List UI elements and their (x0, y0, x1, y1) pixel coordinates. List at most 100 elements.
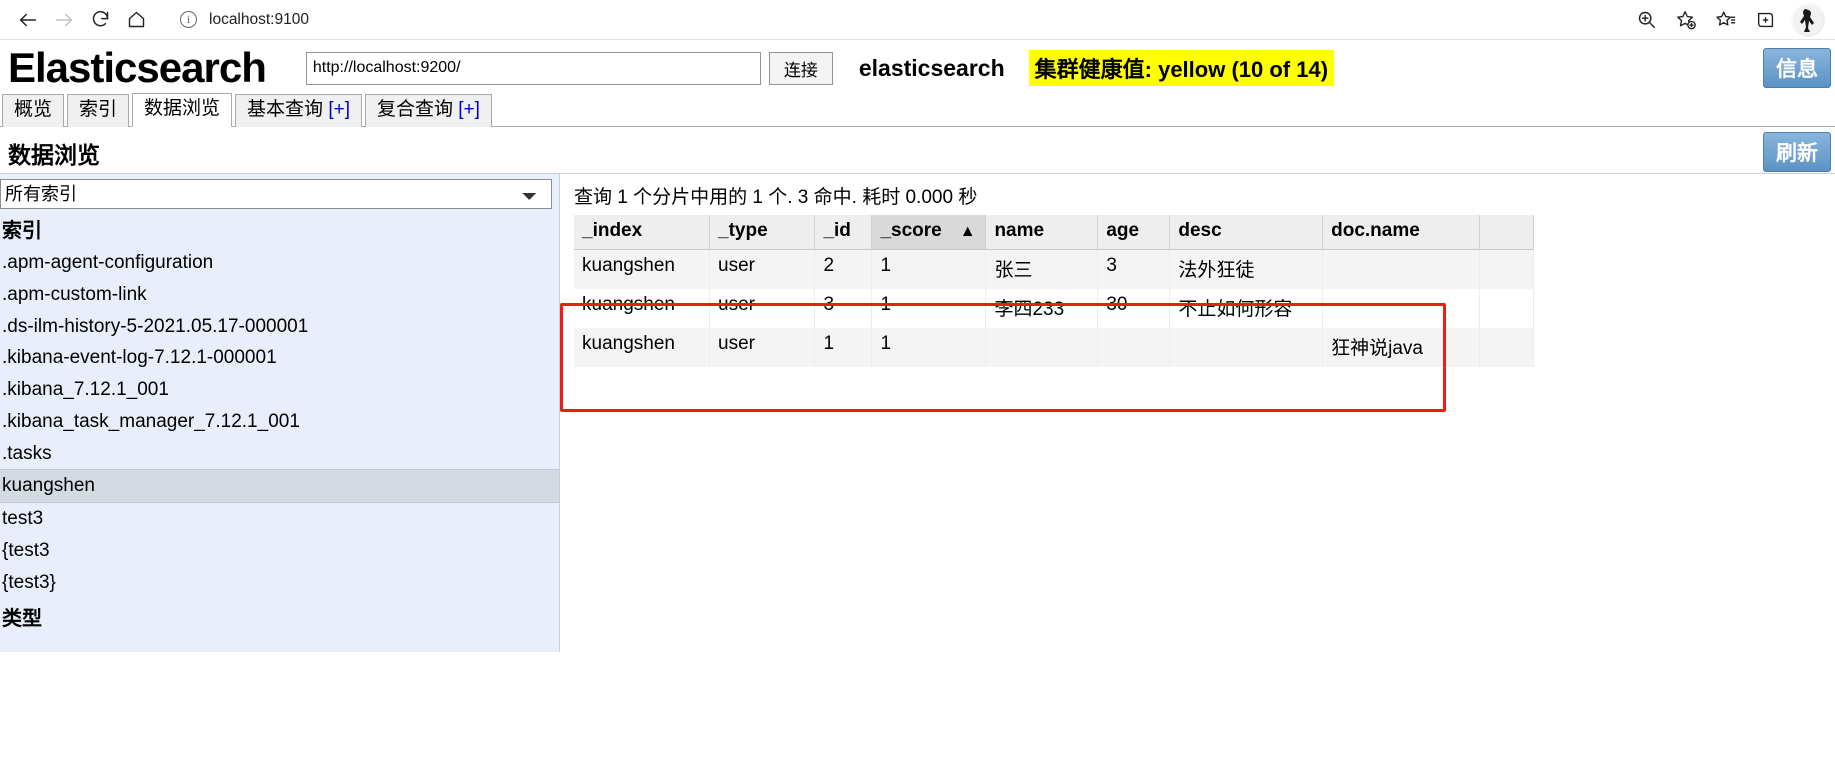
connect-button[interactable]: 连接 (768, 51, 833, 85)
tab-overview-label: 概览 (14, 99, 53, 121)
page-title-bar: 数据浏览 刷新 (0, 127, 1835, 175)
column-header-index-label: _index (582, 220, 643, 242)
tab-composite-query-plus[interactable]: [+] (458, 99, 480, 120)
index-item-apm-custom-link[interactable]: .apm-custom-link (0, 279, 559, 311)
tab-composite-query[interactable]: 复合查询 [+] (364, 94, 492, 128)
column-header-doc-name[interactable]: doc.name (1322, 215, 1481, 251)
tab-indices-label: 索引 (79, 99, 118, 121)
table-row[interactable]: kuangshen user 1 1 狂神说java (574, 328, 1534, 368)
index-item-tasks[interactable]: .tasks (0, 438, 559, 470)
cell-index: kuangshen (574, 289, 711, 329)
tab-overview[interactable]: 概览 (2, 94, 65, 128)
elasticsearch-head-app: Elasticsearch 连接 elasticsearch 集群健康值: ye… (0, 40, 1835, 653)
cell-score: 1 (871, 289, 987, 329)
results-table: _index _type _id _score ▲ name age desc d… (574, 215, 1534, 368)
back-button[interactable] (10, 4, 46, 36)
cell-score: 1 (871, 328, 987, 368)
zoom-in-icon (1638, 11, 1655, 29)
cell-score: 1 (871, 249, 987, 290)
home-icon (128, 11, 144, 28)
cell-desc: 不止如何形容 (1169, 289, 1324, 329)
app-header: Elasticsearch 连接 elasticsearch 集群健康值: ye… (0, 40, 1835, 94)
cell-type: user (709, 328, 816, 368)
index-item-apm-agent-configuration[interactable]: .apm-agent-configuration (0, 247, 559, 279)
column-header-doc-name-label: doc.name (1331, 220, 1420, 242)
cell-id: 1 (814, 328, 873, 368)
cell-doc-name (1322, 289, 1481, 329)
index-item-kibana-task-manager[interactable]: .kibana_task_manager_7.12.1_001 (0, 406, 559, 438)
cell-id: 3 (814, 289, 873, 329)
page-title: 数据浏览 (8, 142, 100, 169)
column-header-age[interactable]: age (1097, 215, 1171, 251)
collections-button[interactable] (1747, 4, 1785, 36)
cluster-name: elasticsearch (858, 54, 1005, 81)
refresh-button[interactable]: 刷新 (1763, 132, 1831, 173)
browser-actions (1627, 2, 1825, 37)
tab-basic-query-plus[interactable]: [+] (328, 99, 350, 120)
collections-icon (1757, 12, 1774, 27)
reload-button[interactable] (82, 4, 118, 36)
tab-data-browse[interactable]: 数据浏览 (132, 93, 233, 128)
column-header-type-label: _type (718, 220, 768, 242)
main-tabs: 概览 索引 数据浏览 基本查询 [+] 复合查询 [+] (0, 93, 1835, 128)
cell-desc: 法外狂徒 (1169, 249, 1324, 290)
zoom-button[interactable] (1627, 4, 1665, 36)
back-arrow-icon (19, 13, 37, 26)
index-item-ds-ilm-history[interactable]: .ds-ilm-history-5-2021.05.17-000001 (0, 311, 559, 343)
index-item-kibana-7-12-1[interactable]: .kibana_7.12.1_001 (0, 374, 559, 406)
cell-age (1097, 328, 1171, 368)
cell-id: 2 (814, 249, 873, 290)
cell-desc (1169, 328, 1324, 368)
forward-button[interactable] (46, 4, 82, 36)
index-item-brace-test3[interactable]: {test3 (0, 535, 559, 567)
column-header-index[interactable]: _index (574, 215, 711, 251)
index-item-test3[interactable]: test3 (0, 503, 559, 535)
tab-composite-query-label: 复合查询 (376, 99, 459, 121)
app-logo: Elasticsearch (8, 44, 267, 91)
add-favorite-star-icon (1677, 10, 1696, 29)
favorites-list-button[interactable] (1707, 4, 1745, 36)
profile-button[interactable] (1791, 2, 1825, 37)
column-header-desc-label: desc (1178, 220, 1222, 242)
tab-basic-query-label: 基本查询 (247, 99, 329, 121)
server-url-input[interactable] (305, 51, 761, 85)
index-item-brace-test3-closed[interactable]: {test3} (0, 567, 559, 599)
tab-basic-query[interactable]: 基本查询 [+] (235, 94, 362, 128)
cell-age: 3 (1097, 249, 1171, 290)
table-header-row: _index _type _id _score ▲ name age desc d… (574, 215, 1534, 251)
cell-age: 30 (1097, 289, 1171, 329)
add-favorite-button[interactable] (1667, 4, 1705, 36)
result-summary: 查询 1 个分片中用的 1 个. 3 命中. 耗时 0.000 秒 (574, 187, 978, 209)
column-header-id[interactable]: _id (814, 215, 873, 251)
address-bar[interactable]: i localhost:9100 (168, 4, 1617, 35)
column-header-score[interactable]: _score ▲ (871, 215, 987, 251)
index-filter-select[interactable]: 所有索引 (0, 179, 552, 210)
info-button[interactable]: 信息 (1763, 48, 1831, 88)
sort-ascending-icon: ▲ (959, 223, 976, 241)
cell-name: 李四233 (985, 289, 1099, 329)
cell-doc-name: 狂神说java (1322, 328, 1481, 368)
index-item-kuangshen[interactable]: kuangshen (0, 469, 559, 504)
forward-arrow-icon (55, 13, 73, 26)
column-header-type[interactable]: _type (709, 215, 816, 251)
profile-avatar-icon (1793, 4, 1823, 35)
column-header-id-label: _id (823, 220, 851, 242)
cell-spacer (1479, 289, 1534, 329)
site-info-icon[interactable]: i (180, 11, 197, 28)
index-item-kibana-event-log[interactable]: .kibana-event-log-7.12.1-000001 (0, 342, 559, 374)
cell-type: user (709, 289, 816, 329)
home-button[interactable] (118, 4, 154, 36)
cell-spacer (1479, 249, 1534, 290)
address-bar-url: localhost:9100 (209, 10, 309, 28)
table-row[interactable]: kuangshen user 3 1 李四233 30 不止如何形容 (574, 289, 1534, 329)
tab-indices[interactable]: 索引 (67, 94, 130, 128)
results-pane: 查询 1 个分片中用的 1 个. 3 命中. 耗时 0.000 秒 _index… (560, 174, 1835, 653)
favorites-list-icon (1716, 11, 1736, 26)
column-header-spacer (1479, 215, 1534, 251)
column-header-score-label: _score (880, 220, 942, 242)
table-row[interactable]: kuangshen user 2 1 张三 3 法外狂徒 (574, 249, 1534, 290)
column-header-desc[interactable]: desc (1169, 215, 1324, 251)
cell-index: kuangshen (574, 328, 711, 368)
column-header-name[interactable]: name (985, 215, 1099, 251)
reload-icon (92, 10, 108, 27)
